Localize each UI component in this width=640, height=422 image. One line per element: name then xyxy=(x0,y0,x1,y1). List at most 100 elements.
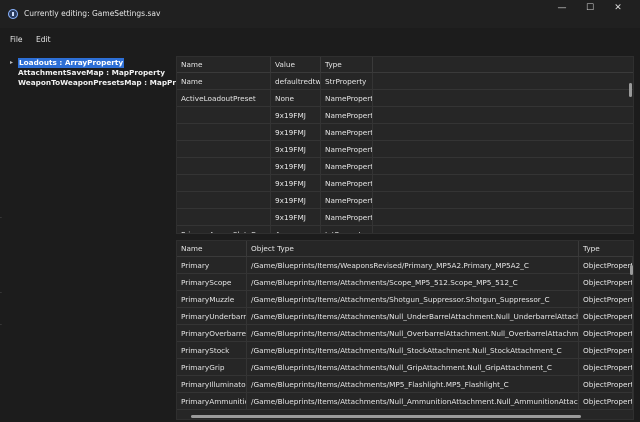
menu-file[interactable]: File xyxy=(10,35,23,44)
cell-type[interactable]: NameProperty xyxy=(321,141,373,157)
cell-type[interactable]: ObjectProperty xyxy=(579,308,633,324)
cell-type[interactable]: ObjectProperty xyxy=(579,359,633,375)
cell-name[interactable] xyxy=(177,192,271,208)
table-row[interactable]: PrimaryAmmoSlotsCount4IntProperty xyxy=(177,226,633,233)
cell-object-type[interactable]: /Game/Blueprints/Items/Attachments/MP5_F… xyxy=(247,376,579,392)
cell-name[interactable]: PrimaryOverbarrel xyxy=(177,325,247,341)
cell-type[interactable]: NameProperty xyxy=(321,124,373,140)
cell-value[interactable]: 9x19FMJ xyxy=(271,192,321,208)
cell-value[interactable]: 9x19FMJ xyxy=(271,124,321,140)
horizontal-scrollbar[interactable] xyxy=(191,415,581,418)
column-header-name[interactable]: Name xyxy=(177,57,271,73)
table-row[interactable]: 9x19FMJ NameProperty xyxy=(177,141,633,158)
cell-type[interactable]: ObjectProperty xyxy=(579,393,633,409)
cell-name[interactable]: PrimaryScope xyxy=(177,274,247,290)
edge-glyph: · xyxy=(0,290,2,297)
table-row[interactable]: 9x19FMJ NameProperty xyxy=(177,158,633,175)
cell-name[interactable]: PrimaryIlluminator xyxy=(177,376,247,392)
table-row[interactable]: 9x19FMJ NameProperty xyxy=(177,209,633,226)
cell-name[interactable]: PrimaryAmmoSlotsCount xyxy=(177,226,271,233)
cell-name[interactable]: Name xyxy=(177,73,271,89)
cell-value[interactable]: 9x19FMJ xyxy=(271,107,321,123)
table-row[interactable]: 9x19FMJ NameProperty xyxy=(177,124,633,141)
cell-type[interactable]: NameProperty xyxy=(321,158,373,174)
cell-object-type[interactable]: /Game/Blueprints/Items/Attachments/Null_… xyxy=(247,308,579,324)
cell-type[interactable]: NameProperty xyxy=(321,192,373,208)
table-row[interactable]: ActiveLoadoutPreset None NameProperty xyxy=(177,90,633,107)
cell-name[interactable] xyxy=(177,175,271,191)
close-button[interactable]: ✕ xyxy=(604,0,632,18)
cell-type[interactable]: ObjectProperty xyxy=(579,325,633,341)
minimize-button[interactable]: — xyxy=(548,0,576,18)
column-header-type[interactable]: Type xyxy=(579,241,633,257)
cell-value[interactable]: defaultredtwo xyxy=(271,73,321,89)
table-row[interactable]: PrimaryUnderbarrel/Game/Blueprints/Items… xyxy=(177,308,633,325)
table-row[interactable]: PrimaryStock/Game/Blueprints/Items/Attac… xyxy=(177,342,633,359)
tree-item-label: Loadouts : ArrayProperty xyxy=(18,58,125,68)
column-header-name[interactable]: Name xyxy=(177,241,247,257)
table-row[interactable]: PrimaryIlluminator/Game/Blueprints/Items… xyxy=(177,376,633,393)
cell-name[interactable]: PrimaryGrip xyxy=(177,359,247,375)
column-header-value[interactable]: Value xyxy=(271,57,321,73)
window-title: Currently editing: GameSettings.sav xyxy=(24,9,161,18)
cell-value[interactable]: 9x19FMJ xyxy=(271,141,321,157)
cell-name[interactable]: PrimaryMuzzle xyxy=(177,291,247,307)
table-row[interactable]: Name defaultredtwo StrProperty xyxy=(177,73,633,90)
cell-name[interactable] xyxy=(177,107,271,123)
cell-name[interactable] xyxy=(177,124,271,140)
cell-type[interactable]: ObjectProperty xyxy=(579,291,633,307)
cell-name[interactable] xyxy=(177,158,271,174)
column-header-type[interactable]: Type xyxy=(321,57,373,73)
cell-name[interactable] xyxy=(177,209,271,225)
expand-arrow-icon[interactable]: ▸ xyxy=(10,58,13,68)
table-row[interactable]: 9x19FMJ NameProperty xyxy=(177,192,633,209)
cell-type[interactable]: IntProperty xyxy=(321,226,373,233)
table-row[interactable]: Primary/Game/Blueprints/Items/WeaponsRev… xyxy=(177,257,633,274)
cell-name[interactable]: PrimaryUnderbarrel xyxy=(177,308,247,324)
table-row[interactable]: PrimaryMuzzle/Game/Blueprints/Items/Atta… xyxy=(177,291,633,308)
table-row[interactable]: PrimaryScope/Game/Blueprints/Items/Attac… xyxy=(177,274,633,291)
cell-object-type[interactable]: /Game/Blueprints/Items/Attachments/Null_… xyxy=(247,393,579,409)
column-header-object-type[interactable]: Object Type xyxy=(247,241,579,257)
edge-glyph: · xyxy=(0,215,2,222)
cell-name[interactable]: ActiveLoadoutPreset xyxy=(177,90,271,106)
table-row[interactable]: PrimaryAmmunition/Game/Blueprints/Items/… xyxy=(177,393,633,410)
edge-glyph: · xyxy=(0,322,2,329)
menu-edit[interactable]: Edit xyxy=(36,35,51,44)
cell-type[interactable]: NameProperty xyxy=(321,209,373,225)
cell-object-type[interactable]: /Game/Blueprints/Items/Attachments/Null_… xyxy=(247,342,579,358)
cell-name[interactable]: PrimaryAmmunition xyxy=(177,393,247,409)
cell-value[interactable]: 4 xyxy=(271,226,321,233)
table-row[interactable]: 9x19FMJ NameProperty xyxy=(177,175,633,192)
cell-type[interactable]: NameProperty xyxy=(321,107,373,123)
grid-header: Name Value Type xyxy=(177,57,633,73)
cell-object-type[interactable]: /Game/Blueprints/Items/Attachments/Null_… xyxy=(247,359,579,375)
cell-value[interactable]: 9x19FMJ xyxy=(271,158,321,174)
cell-name[interactable]: Primary xyxy=(177,257,247,273)
cell-type[interactable]: ObjectProperty xyxy=(579,257,633,273)
cell-object-type[interactable]: /Game/Blueprints/Items/Attachments/Scope… xyxy=(247,274,579,290)
cell-value[interactable]: 9x19FMJ xyxy=(271,175,321,191)
cell-type[interactable]: ObjectProperty xyxy=(579,274,633,290)
tree-item-attachmentsavemap[interactable]: AttachmentSaveMap : MapProperty xyxy=(2,68,174,78)
cell-name[interactable] xyxy=(177,141,271,157)
cell-name[interactable]: PrimaryStock xyxy=(177,342,247,358)
table-row[interactable]: PrimaryOverbarrel/Game/Blueprints/Items/… xyxy=(177,325,633,342)
tree-item-weapontoweaponpresetsmap[interactable]: WeaponToWeaponPresetsMap : MapProperty xyxy=(2,78,203,88)
vertical-scrollbar[interactable] xyxy=(630,265,633,275)
table-row[interactable]: PrimaryGrip/Game/Blueprints/Items/Attach… xyxy=(177,359,633,376)
cell-type[interactable]: NameProperty xyxy=(321,90,373,106)
cell-object-type[interactable]: /Game/Blueprints/Items/Attachments/Null_… xyxy=(247,325,579,341)
cell-type[interactable]: NameProperty xyxy=(321,175,373,191)
cell-object-type[interactable]: /Game/Blueprints/Items/WeaponsRevised/Pr… xyxy=(247,257,579,273)
cell-value[interactable]: 9x19FMJ xyxy=(271,209,321,225)
cell-type[interactable]: StrProperty xyxy=(321,73,373,89)
cell-value[interactable]: None xyxy=(271,90,321,106)
cell-type[interactable]: ObjectProperty xyxy=(579,342,633,358)
vertical-scrollbar[interactable] xyxy=(629,83,632,97)
cell-object-type[interactable]: /Game/Blueprints/Items/Attachments/Shotg… xyxy=(247,291,579,307)
cell-type[interactable]: ObjectProperty xyxy=(579,376,633,392)
table-row[interactable]: 9x19FMJ NameProperty xyxy=(177,107,633,124)
tree-item-loadouts[interactable]: ▸ Loadouts : ArrayProperty xyxy=(2,58,174,68)
maximize-button[interactable]: ☐ xyxy=(576,0,604,18)
